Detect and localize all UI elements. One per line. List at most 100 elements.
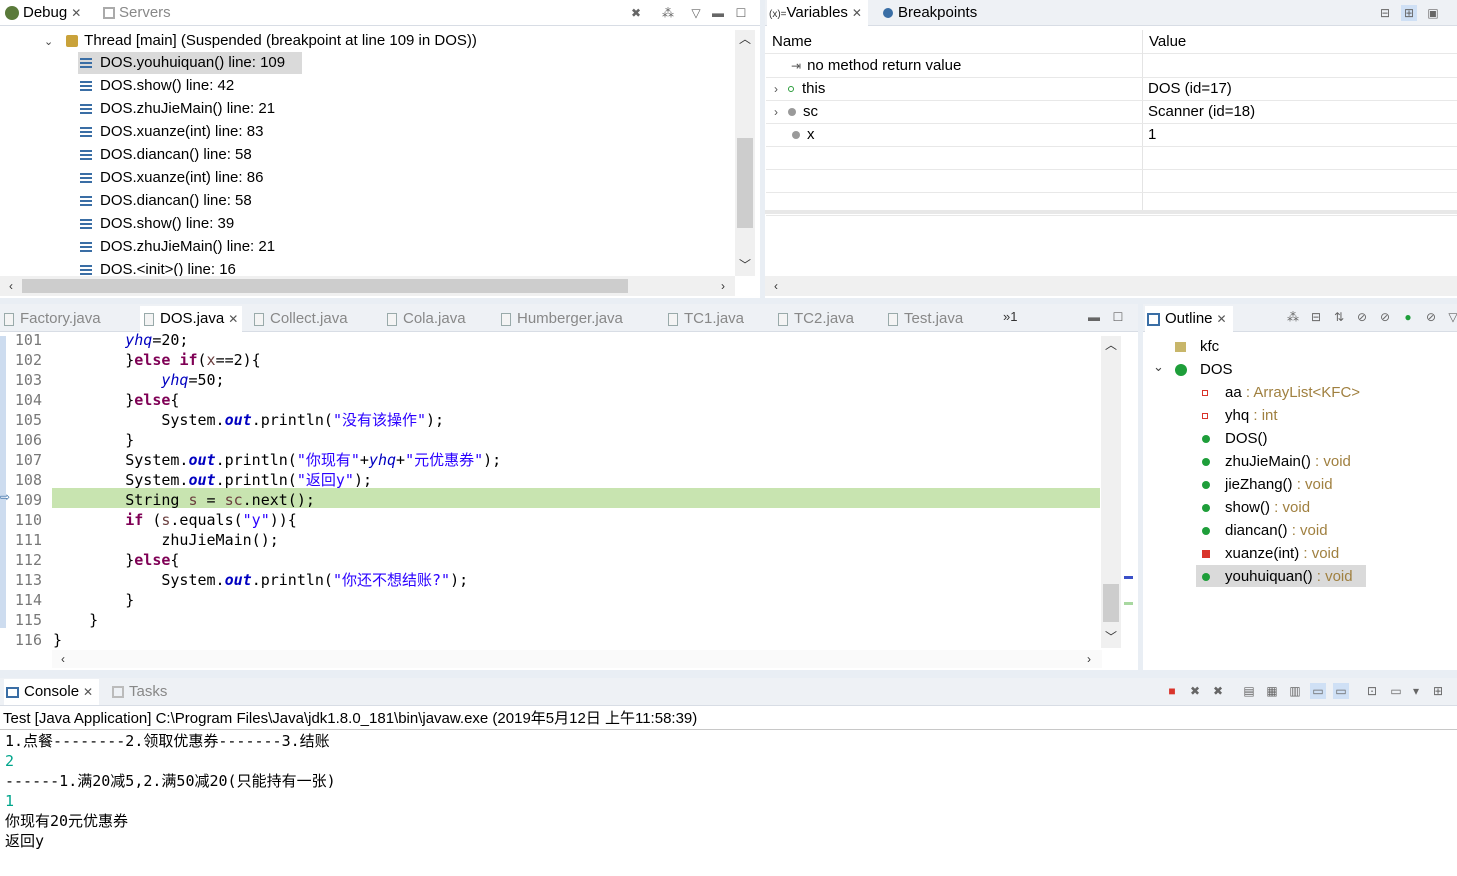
tab-servers[interactable]: Servers: [103, 0, 171, 26]
code-line[interactable]: 102 }else if(x==2){: [12, 350, 261, 370]
show-type-names-icon[interactable]: ⊞: [1401, 5, 1417, 21]
outline-item[interactable]: kfc: [1175, 336, 1219, 358]
hide-static-icon[interactable]: ⊘: [1377, 309, 1393, 325]
clear-console-icon[interactable]: ▤: [1241, 683, 1257, 699]
outline-item[interactable]: diancan() : void: [1202, 520, 1328, 542]
scroll-up-icon[interactable]: ︿: [1104, 338, 1118, 352]
scroll-right-icon[interactable]: ›: [716, 279, 730, 293]
scroll-down-icon[interactable]: ﹀: [1104, 630, 1118, 644]
column-name[interactable]: Name: [772, 32, 812, 52]
outline-item[interactable]: show() : void: [1202, 497, 1310, 519]
stack-frame[interactable]: DOS.youhuiquan() line: 109: [80, 52, 285, 74]
hierarchy-icon[interactable]: ⁂: [1285, 309, 1301, 325]
tab-breakpoints[interactable]: Breakpoints: [883, 0, 977, 26]
tab-console[interactable]: Console ✕: [4, 679, 100, 705]
threads-icon[interactable]: ⁂: [660, 5, 676, 21]
view-menu-icon[interactable]: ▽: [1445, 309, 1457, 325]
stack-frame[interactable]: DOS.zhuJieMain() line: 21: [80, 98, 275, 120]
terminate-icon[interactable]: ■: [1164, 683, 1180, 699]
scroll-left-icon[interactable]: ‹: [769, 279, 783, 293]
close-icon[interactable]: ✕: [852, 6, 862, 20]
editor-tab[interactable]: Collect.java: [254, 306, 348, 332]
scroll-left-icon[interactable]: ‹: [56, 652, 70, 666]
collapse-all-icon[interactable]: ⊟: [1308, 309, 1324, 325]
outline-item[interactable]: aa : ArrayList<KFC>: [1202, 382, 1360, 404]
dropdown-icon[interactable]: ▾: [1408, 683, 1424, 699]
open-console-icon[interactable]: ⊞: [1430, 683, 1446, 699]
editor-tab[interactable]: TC2.java: [778, 306, 854, 332]
remove-launch-icon[interactable]: ✖: [1187, 683, 1203, 699]
horizontal-scrollbar[interactable]: ‹: [765, 276, 1457, 296]
outline-item[interactable]: youhuiquan() : void: [1202, 566, 1353, 588]
hide-local-types-icon[interactable]: ⊘: [1423, 309, 1439, 325]
show-on-stdout-icon[interactable]: ▭: [1310, 683, 1326, 699]
scroll-up-icon[interactable]: ︿: [738, 32, 752, 46]
code-line[interactable]: 101 yhq=20;: [12, 330, 189, 350]
show-on-stderr-icon[interactable]: ▭: [1333, 683, 1349, 699]
maximize-icon[interactable]: ☐: [1110, 309, 1126, 325]
stack-frame[interactable]: DOS.show() line: 39: [80, 213, 234, 235]
variable-row[interactable]: x 1: [766, 124, 1457, 147]
editor-tab[interactable]: Humberger.java: [501, 306, 623, 332]
scroll-thumb[interactable]: [1103, 584, 1119, 622]
code-line[interactable]: 104 }else{: [12, 390, 180, 410]
scroll-lock-icon[interactable]: ▦: [1264, 683, 1280, 699]
view-menu-icon[interactable]: ▽: [688, 5, 704, 21]
code-line[interactable]: 111 zhuJieMain();: [12, 530, 279, 550]
vertical-scrollbar[interactable]: ︿ ﹀: [735, 30, 755, 276]
editor-tab[interactable]: DOS.java ✕: [140, 306, 243, 332]
thread-node[interactable]: ⌄ Thread [main] (Suspended (breakpoint a…: [44, 30, 477, 52]
close-icon[interactable]: ✕: [1217, 312, 1227, 326]
code-line[interactable]: 114 }: [12, 590, 134, 610]
layout-icon[interactable]: ▣: [1425, 5, 1441, 21]
code-line[interactable]: 107 System.out.println("你现有"+yhq+"元优惠券")…: [12, 450, 501, 470]
scroll-down-icon[interactable]: ﹀: [738, 258, 752, 272]
code-line[interactable]: 105 System.out.println("没有该操作");: [12, 410, 444, 430]
sash[interactable]: [0, 670, 1457, 678]
minimize-icon[interactable]: ▬: [710, 5, 726, 21]
horizontal-scrollbar[interactable]: ‹ ›: [52, 650, 1102, 668]
outline-item[interactable]: jieZhang() : void: [1202, 474, 1333, 496]
close-icon[interactable]: ✕: [83, 685, 93, 699]
outline-item[interactable]: xuanze(int) : void: [1202, 543, 1339, 565]
code-line[interactable]: 109 String s = sc.next();: [12, 490, 315, 510]
vertical-scrollbar[interactable]: ︿ ﹀: [1101, 336, 1121, 648]
editor-tab[interactable]: TC1.java: [668, 306, 744, 332]
scroll-right-icon[interactable]: ›: [1082, 652, 1096, 666]
tab-variables[interactable]: (x)=Variables ✕: [767, 0, 868, 26]
word-wrap-icon[interactable]: ▥: [1287, 683, 1303, 699]
code-line[interactable]: 106 }: [12, 430, 134, 450]
details-divider[interactable]: [765, 210, 1457, 214]
stack-frame[interactable]: DOS.show() line: 42: [80, 75, 234, 97]
editor-tab[interactable]: Factory.java: [4, 306, 101, 332]
close-icon[interactable]: ✕: [228, 312, 238, 326]
tab-outline[interactable]: Outline ✕: [1145, 306, 1233, 332]
tab-debug[interactable]: Debug ✕: [5, 0, 81, 26]
chevron-down-icon[interactable]: ⌄: [44, 31, 56, 53]
chevron-right-icon[interactable]: ›: [774, 105, 778, 119]
outline-item[interactable]: yhq : int: [1202, 405, 1278, 427]
code-line[interactable]: 112 }else{: [12, 550, 180, 570]
close-icon[interactable]: ✕: [71, 6, 81, 20]
hide-fields-icon[interactable]: ⊘: [1354, 309, 1370, 325]
chevron-down-icon[interactable]: ⌄: [1153, 356, 1164, 378]
outline-item[interactable]: ⌄ DOS: [1153, 359, 1233, 381]
outline-item[interactable]: DOS(): [1202, 428, 1268, 450]
more-tabs-button[interactable]: »1: [1003, 304, 1017, 330]
code-line[interactable]: 110 if (s.equals("y")){: [12, 510, 297, 530]
stack-frame[interactable]: DOS.xuanze(int) line: 86: [80, 167, 263, 189]
stack-frame[interactable]: DOS.xuanze(int) line: 83: [80, 121, 263, 143]
scroll-thumb[interactable]: [22, 279, 628, 293]
remove-all-icon[interactable]: ✖: [1210, 683, 1226, 699]
horizontal-scrollbar[interactable]: ‹ ›: [0, 276, 735, 296]
pin-console-icon[interactable]: ⊡: [1364, 683, 1380, 699]
code-line[interactable]: 103 yhq=50;: [12, 370, 225, 390]
variable-row[interactable]: › this DOS (id=17): [766, 78, 1457, 101]
display-console-icon[interactable]: ▭: [1388, 683, 1404, 699]
tab-tasks[interactable]: Tasks: [112, 679, 167, 705]
minimize-icon[interactable]: ▬: [1086, 309, 1102, 325]
maximize-icon[interactable]: ☐: [733, 5, 749, 21]
hide-nonpublic-icon[interactable]: ●: [1400, 309, 1416, 325]
stack-frame[interactable]: DOS.diancan() line: 58: [80, 190, 252, 212]
code-line[interactable]: 108 System.out.println("返回y");: [12, 470, 372, 490]
